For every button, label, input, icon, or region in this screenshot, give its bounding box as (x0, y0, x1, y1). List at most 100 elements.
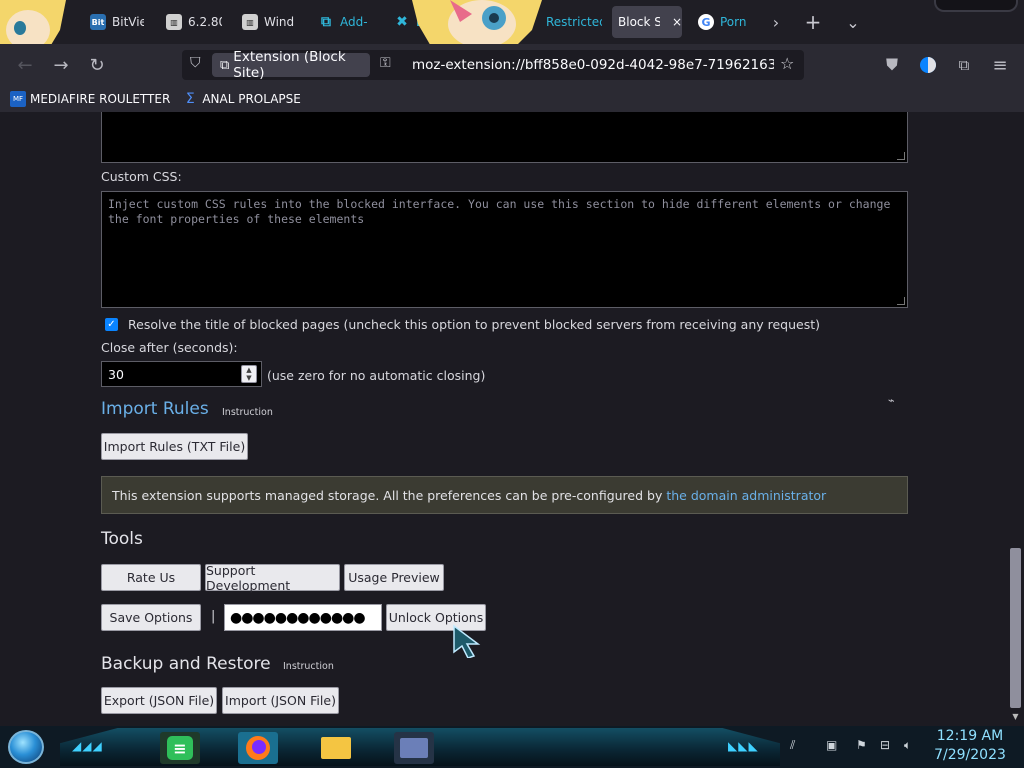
volume-icon[interactable]: 🔈︎ (904, 738, 911, 753)
window-app-icon (400, 738, 428, 758)
archive-icon: ▥ (166, 14, 182, 30)
back-button[interactable]: ← (12, 52, 38, 78)
firefox-icon (246, 736, 270, 760)
flag-icon[interactable]: ⚑ (856, 738, 867, 752)
stray-glyph-icon: ⌁ (888, 394, 895, 407)
forward-button[interactable]: → (48, 52, 74, 78)
previous-textarea[interactable] (101, 112, 908, 163)
reload-button[interactable]: ↻ (84, 52, 110, 78)
backup-instruction-link[interactable]: Instruction (283, 661, 334, 672)
new-tab-button[interactable]: + (801, 10, 825, 34)
taskbar-app-notes[interactable]: ≡ (160, 732, 200, 764)
tab-google[interactable]: G Porn (692, 6, 752, 38)
key-icon[interactable]: ⚿ (380, 55, 391, 71)
custom-css-textarea[interactable]: Inject custom CSS rules into the blocked… (101, 191, 908, 308)
tab-label: BitVie (112, 15, 144, 29)
close-after-label: Close after (seconds): (101, 340, 238, 355)
domain-administrator-link[interactable]: the domain administrator (666, 488, 826, 503)
firefox-account-icon[interactable] (915, 52, 941, 78)
mediafire-icon: MF (10, 91, 26, 107)
tools-heading: Tools (101, 529, 143, 549)
identity-label: Extension (Block Site) (233, 49, 346, 81)
mouse-cursor-icon (453, 624, 481, 658)
tab-block-site[interactable]: Block S × (612, 6, 682, 38)
tab-windows[interactable]: ▥ Wind (236, 6, 294, 38)
backup-restore-heading: Backup and Restore (101, 654, 271, 674)
clock-time[interactable]: 12:19 AM (930, 728, 1010, 744)
url-text[interactable]: moz-extension://bff858e0-092d-4042-98e7-… (412, 57, 774, 73)
tab-strip: Bit BitVie ▥ 6.2.80 ▥ Wind ⧉ Add- ✖ E Re… (0, 0, 1024, 70)
close-after-hint: (use zero for no automatic closing) (267, 368, 486, 383)
save-options-button[interactable]: Save Options (101, 604, 201, 631)
x-logo-icon: ✖ (396, 14, 408, 30)
usage-preview-button[interactable]: Usage Preview (344, 564, 444, 591)
export-json-button[interactable]: Export (JSON File) (101, 687, 217, 714)
resolve-title-checkbox[interactable]: ✓ (105, 318, 118, 331)
taskbar-accent-decoration: ◣◣◣ (728, 739, 759, 753)
bookmark-mediafire[interactable]: MF MEDIAFIRE ROULETTER (10, 91, 170, 107)
puzzle-icon: ⧉ (220, 57, 230, 73)
tab-label: Wind (264, 15, 294, 29)
managed-storage-notice: This extension supports managed storage.… (101, 476, 908, 514)
taskbar-app-window[interactable] (394, 732, 434, 764)
rate-us-button[interactable]: Rate Us (101, 564, 201, 591)
navigation-toolbar: ← → ↻ ⛉ ⧉ Extension (Block Site) ⚿ moz-e… (0, 44, 1024, 86)
taskbar-accent-decoration: ◢◢◢ (72, 739, 103, 753)
custom-css-placeholder: Inject custom CSS rules into the blocked… (108, 197, 891, 226)
window-frame-decoration (934, 0, 1018, 12)
bookmark-label: MEDIAFIRE ROULETTER (30, 92, 171, 106)
bookmark-label: ANAL PROLAPSE (202, 92, 301, 106)
close-after-value: 30 (108, 367, 124, 382)
bitview-favicon-icon: Bit (90, 14, 106, 30)
import-rules-heading[interactable]: Import Rules (101, 399, 209, 419)
bookmark-second[interactable]: Σ ANAL PROLAPSE (182, 91, 301, 107)
list-all-tabs-icon[interactable]: ⌄ (841, 10, 865, 34)
sigma-icon: Σ (185, 91, 195, 107)
custom-css-label: Custom CSS: (101, 169, 182, 184)
puzzle-icon: ⧉ (321, 14, 331, 30)
taskbar-app-explorer[interactable] (316, 732, 356, 764)
notice-text: This extension supports managed storage.… (112, 487, 663, 503)
resize-grip-icon[interactable] (897, 152, 905, 160)
close-after-input[interactable]: 30 ▲ ▼ (101, 361, 262, 387)
resize-grip-icon[interactable] (897, 297, 905, 305)
scroll-down-icon[interactable]: ▼ (1010, 712, 1021, 722)
menu-hamburger-icon[interactable]: ≡ (987, 52, 1013, 78)
tab-bitview[interactable]: Bit BitVie (84, 6, 144, 38)
archive-icon: ▥ (242, 14, 258, 30)
separator: | (211, 609, 216, 624)
close-tab-icon[interactable]: × (672, 15, 682, 29)
tray-separator-icon: ⫽ (790, 738, 796, 752)
tab-label: 6.2.80 (188, 15, 222, 29)
password-input[interactable]: ●●●●●●●●●●●● (224, 604, 382, 631)
support-development-button[interactable]: Support Development (205, 563, 340, 593)
pocket-icon[interactable]: ⛊ (879, 52, 905, 78)
number-stepper[interactable]: ▲ ▼ (241, 365, 257, 383)
import-rules-button[interactable]: Import Rules (TXT File) (101, 433, 248, 460)
bookmarks-toolbar: MF MEDIAFIRE ROULETTER Σ ANAL PROLAPSE (0, 86, 1024, 112)
resolve-title-label: Resolve the title of blocked pages (unch… (128, 317, 820, 332)
extensions-icon[interactable]: ⧉ (951, 52, 977, 78)
tray-app-icon[interactable]: ▣ (826, 738, 837, 752)
tab-label: Porn (720, 15, 747, 29)
tab-label: Add- (340, 15, 368, 29)
shield-icon[interactable]: ⛉ (190, 55, 201, 71)
url-bar[interactable]: ⛉ ⧉ Extension (Block Site) ⚿ moz-extensi… (182, 49, 804, 81)
tab-label: Restricted (546, 15, 602, 29)
taskbar-app-firefox[interactable] (238, 732, 278, 764)
network-icon[interactable]: ⊟ (880, 738, 890, 752)
scroll-tabs-right-icon[interactable]: › (764, 10, 788, 34)
import-json-button[interactable]: Import (JSON File) (222, 687, 339, 714)
notes-app-icon: ≡ (167, 736, 193, 760)
start-button[interactable] (8, 730, 44, 764)
tab-version[interactable]: ▥ 6.2.80 (160, 6, 222, 38)
taskbar: ≡ (0, 726, 1024, 768)
bookmark-star-icon[interactable]: ☆ (780, 54, 794, 73)
tab-addons[interactable]: ⧉ Add- (312, 6, 368, 38)
extension-identity-chip[interactable]: ⧉ Extension (Block Site) (212, 49, 370, 81)
scrollbar-thumb[interactable] (1010, 548, 1021, 708)
clock-date[interactable]: 7/29/2023 (930, 747, 1010, 763)
options-page: Custom CSS: Inject custom CSS rules into… (0, 112, 1008, 726)
import-instruction-link[interactable]: Instruction (222, 407, 273, 418)
folder-icon (321, 737, 351, 759)
